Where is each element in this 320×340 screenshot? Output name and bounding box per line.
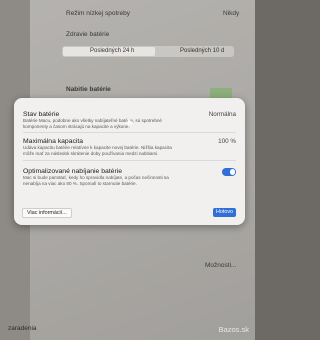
segment-10d-label[interactable]: Posledných 10 d [180, 48, 224, 54]
divider [23, 132, 236, 133]
max-capacity-description: Udáva kapacitu batérie relatívne k kapac… [23, 145, 172, 156]
done-button[interactable]: Hotovo [213, 208, 236, 217]
segment-24h-label: Posledných 24 h [90, 47, 135, 54]
watermark: Bazos.sk [218, 325, 249, 334]
history-range-segmented[interactable]: Posledných 24 h Posledných 10 d [62, 46, 234, 57]
battery-state-value: Normálna [208, 111, 236, 118]
battery-level-label: Nabitie batérie [66, 86, 111, 93]
more-info-button[interactable]: Viac informácií... [22, 208, 72, 218]
optimized-charging-description: Mac si bude pamätať, kedy ho spravidla n… [23, 175, 169, 186]
sidebar-item-fragment[interactable]: zaradenia [8, 325, 37, 332]
low-power-mode-label: Režim nízkej spotreby [66, 10, 130, 17]
toggle-knob [229, 169, 235, 175]
optimized-charging-toggle[interactable] [222, 168, 236, 176]
max-capacity-value: 100 % [218, 138, 236, 145]
max-capacity-row: Maximálna kapacita 100 % Udáva kapacitu … [23, 138, 236, 157]
optimized-charging-row: Optimalizované nabíjanie batérie Mac si … [23, 168, 236, 187]
battery-health-label: Zdravie batérie [66, 31, 110, 38]
low-power-mode-value[interactable]: Nikdy [223, 10, 239, 17]
battery-state-description: Batérie Macu, podobne ako všetky nabíjat… [23, 118, 162, 129]
divider [23, 160, 236, 161]
max-capacity-title: Maximálna kapacita [23, 138, 84, 145]
options-button[interactable]: Možnosti... [205, 262, 236, 269]
optimized-charging-title: Optimalizované nabíjanie batérie [23, 168, 122, 175]
